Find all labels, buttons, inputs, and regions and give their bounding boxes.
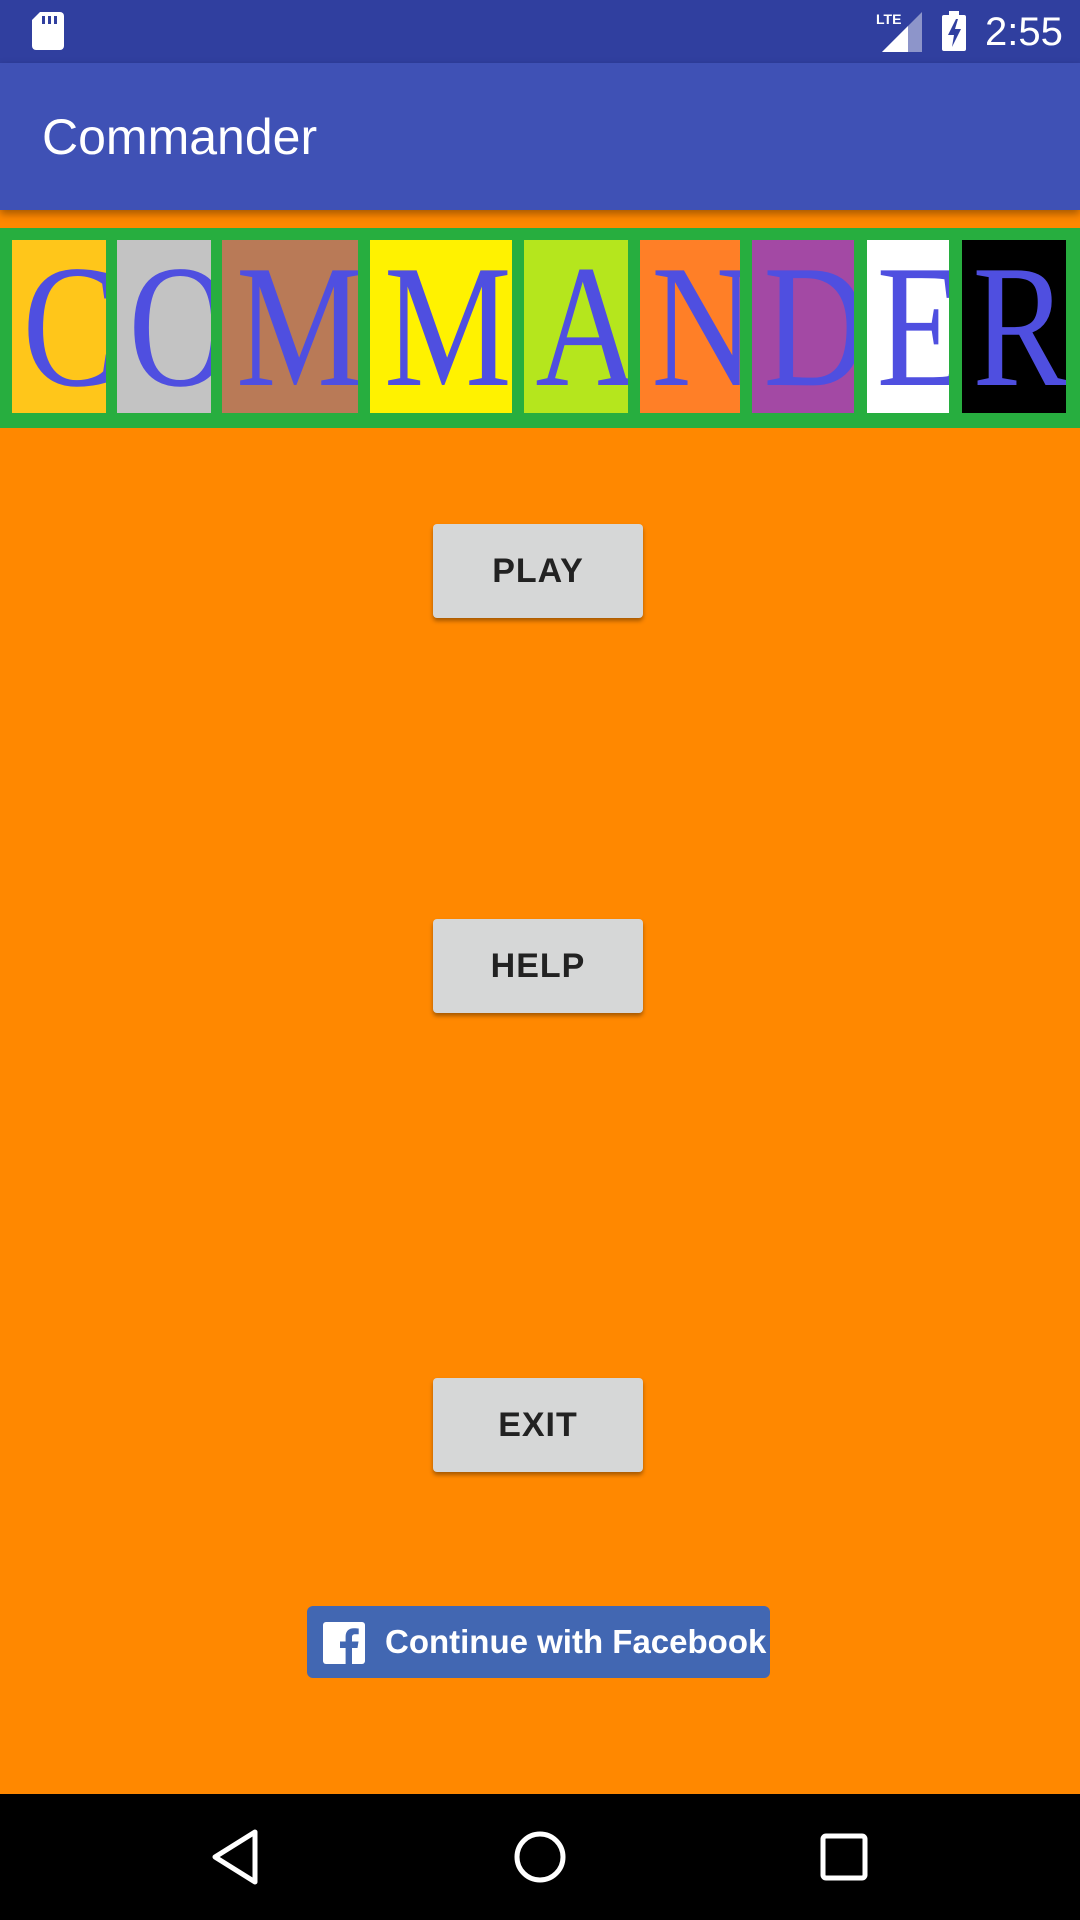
status-clock: 2:55 (985, 10, 1063, 54)
home-icon[interactable] (507, 1824, 573, 1890)
banner-letter: R (972, 240, 1066, 413)
banner-letter: A (535, 240, 628, 413)
back-icon[interactable] (203, 1824, 269, 1890)
facebook-login-label: Continue with Facebook (385, 1623, 767, 1660)
banner-letter: M (384, 240, 512, 413)
banner-tile-e: E (867, 240, 949, 413)
banner-letter: D (763, 240, 854, 413)
banner-tile-m: M (370, 240, 512, 413)
banner-letter: C (23, 240, 106, 413)
banner-tile-n: N (640, 240, 740, 413)
exit-button[interactable]: EXIT (433, 1378, 643, 1472)
banner-tile-m: M (222, 240, 358, 413)
banner-letter: E (877, 240, 949, 413)
help-button[interactable]: HELP (433, 919, 643, 1013)
app-bar: Commander (0, 63, 1080, 210)
svg-text:LTE: LTE (876, 11, 901, 27)
banner-letter: O (128, 240, 211, 413)
recents-icon[interactable] (811, 1824, 877, 1890)
facebook-login-button[interactable]: Continue with Facebook (307, 1606, 770, 1678)
commander-banner: COMMANDER (0, 228, 1080, 428)
sd-card-icon (32, 12, 64, 50)
facebook-icon (323, 1622, 365, 1664)
banner-tile-o: O (117, 240, 211, 413)
banner-tile-a: A (524, 240, 628, 413)
banner-tile-c: C (12, 240, 106, 413)
play-button[interactable]: PLAY (433, 524, 643, 618)
banner-tile-r: R (962, 240, 1066, 413)
banner-letter: N (651, 240, 740, 413)
app-title: Commander (42, 109, 318, 165)
status-bar: LTE 2:55 (0, 0, 1080, 63)
lte-signal-icon: LTE (876, 11, 922, 52)
navigation-bar (0, 1794, 1080, 1920)
banner-tile-d: D (752, 240, 854, 413)
banner-letter: M (236, 240, 358, 413)
battery-charging-icon (942, 11, 966, 51)
